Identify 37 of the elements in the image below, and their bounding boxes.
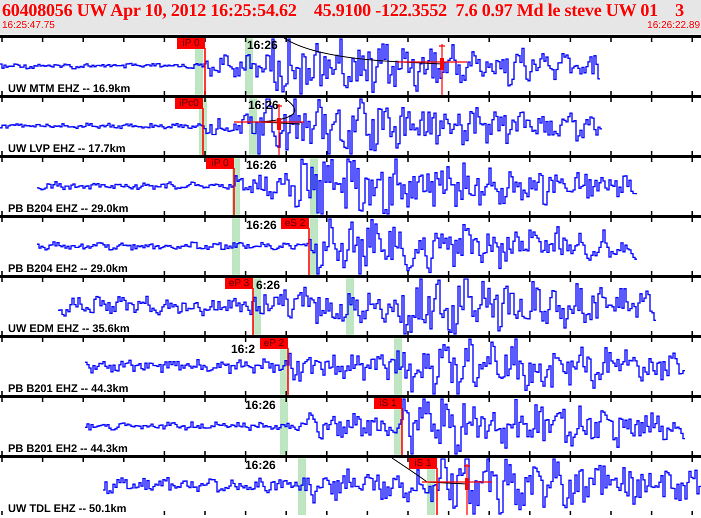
time-label: 16:2 bbox=[231, 343, 256, 356]
coda-marker bbox=[396, 43, 468, 95]
phase-pick-label[interactable]: iPc0 bbox=[175, 98, 203, 109]
phase-pick-label[interactable]: eP 3 bbox=[225, 278, 253, 289]
phase-pick-label[interactable]: iS 1 bbox=[374, 398, 402, 409]
phase-pick-label[interactable]: eS 2 bbox=[281, 218, 309, 229]
start-time: 16:25:47.75 bbox=[2, 20, 55, 32]
pick-line bbox=[202, 108, 204, 155]
pick-line bbox=[287, 348, 289, 395]
phase-pick-label[interactable]: eP 2 bbox=[260, 338, 288, 349]
time-label: 16:26 bbox=[245, 399, 276, 412]
station-label: PB B204 EH2 -- 29.0km bbox=[8, 263, 130, 275]
station-label: UW MTM EHZ -- 16.9km bbox=[8, 83, 132, 95]
end-time: 16:26:22.89 bbox=[647, 20, 700, 32]
pick-line bbox=[252, 288, 254, 335]
pick-line bbox=[436, 468, 438, 515]
pick-line bbox=[308, 228, 310, 275]
pick-line bbox=[233, 168, 235, 215]
phase-pick-label[interactable]: iS 1 bbox=[409, 458, 437, 469]
pick-window bbox=[280, 398, 288, 455]
station-label: PB B201 EH2 -- 44.3km bbox=[8, 443, 130, 455]
station-label: PB B204 EHZ -- 29.0km bbox=[8, 203, 130, 215]
time-label: 6:26 bbox=[256, 279, 280, 292]
station-label: PB B201 EHZ -- 44.3km bbox=[8, 383, 130, 395]
pick-line bbox=[401, 408, 403, 455]
station-label: UW LVP EHZ -- 17.7km bbox=[8, 143, 128, 155]
phase-pick-label[interactable]: iP 0 bbox=[177, 38, 205, 49]
pick-line bbox=[204, 48, 206, 95]
pick-window bbox=[232, 218, 240, 275]
phase-pick-label[interactable]: iP 0 bbox=[206, 158, 234, 169]
station-label: UW EDM EHZ -- 35.6km bbox=[8, 323, 132, 335]
time-label: 16:26 bbox=[246, 159, 277, 172]
time-label: 16:26 bbox=[246, 219, 277, 232]
station-label: UW TDL EHZ -- 50.1km bbox=[8, 503, 128, 515]
pick-window bbox=[298, 458, 306, 515]
event-title: 60408056 UW Apr 10, 2012 16:25:54.62 45.9100 -122.3552 7.6 0.97 Md le steve UW 01 3 bbox=[1, 0, 685, 20]
time-label: 16:26 bbox=[245, 459, 276, 472]
